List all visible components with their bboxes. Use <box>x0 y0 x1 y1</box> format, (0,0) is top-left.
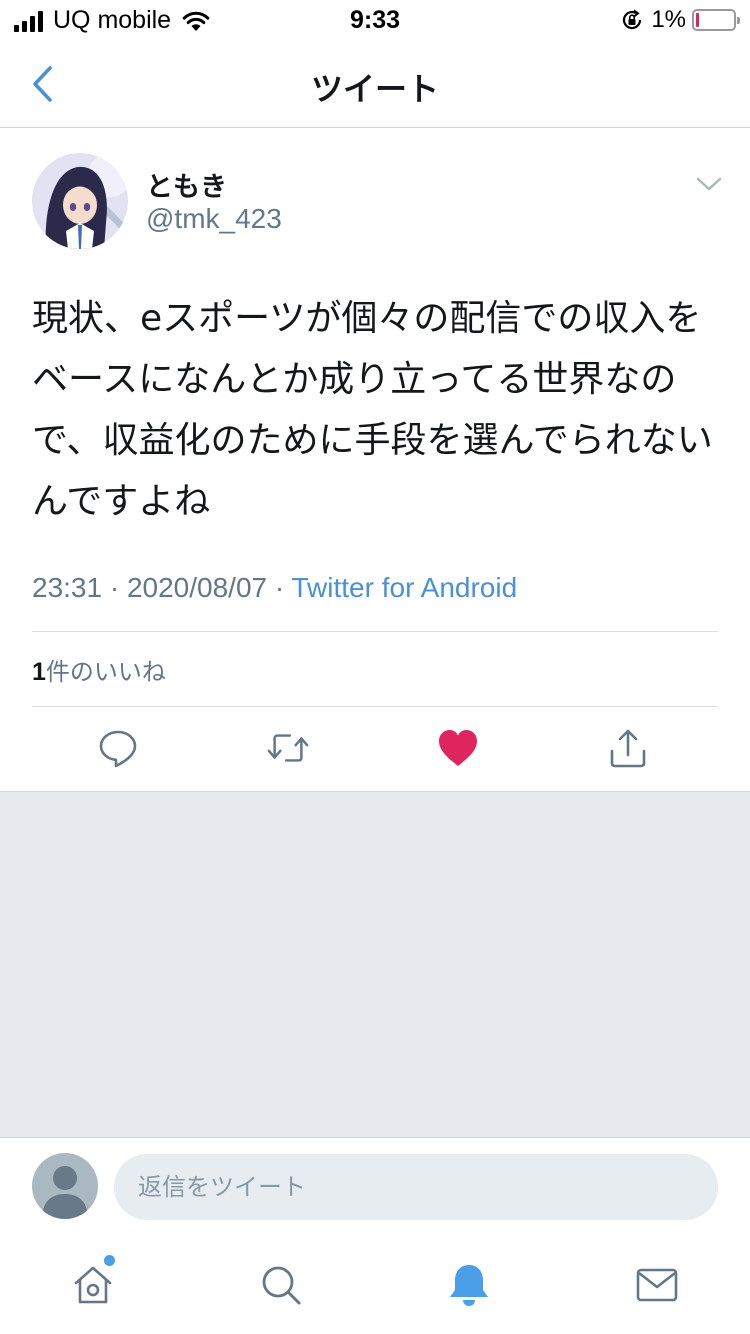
like-button[interactable] <box>436 726 480 770</box>
search-icon <box>262 1266 301 1305</box>
share-icon <box>610 729 646 768</box>
status-bar: UQ mobile 9:33 1% <box>0 0 750 40</box>
tab-home[interactable] <box>70 1262 116 1308</box>
divider <box>32 631 718 632</box>
mail-icon <box>636 1268 678 1302</box>
new-content-dot <box>104 1255 115 1266</box>
likes-count: 1 <box>32 658 46 686</box>
tweet-date: 2020/08/07 <box>126 572 268 603</box>
home-icon <box>74 1266 112 1304</box>
tweet-text: 現状、eスポーツが個々の配信での収入をベースになんとか成り立ってる世界なので、収… <box>32 298 713 522</box>
tab-search[interactable] <box>258 1262 304 1308</box>
page-title: ツイート <box>310 70 439 108</box>
author-name[interactable]: ともき <box>146 165 227 204</box>
tweet-time: 23:31 <box>32 572 103 603</box>
chevron-down-icon <box>696 177 722 191</box>
share-button[interactable] <box>606 726 650 770</box>
status-right: 1% <box>621 6 740 34</box>
comment-icon <box>99 730 137 768</box>
likes-label: 件のいいね <box>45 658 166 686</box>
tweet-meta: 23:31 · 2020/08/07 · Twitter for Android <box>32 572 517 604</box>
tweet-source-link[interactable]: Twitter for Android <box>292 572 518 603</box>
tab-messages[interactable] <box>634 1262 680 1308</box>
author-avatar[interactable] <box>32 153 128 249</box>
battery-level <box>696 13 699 27</box>
author-handle[interactable]: @tmk_423 <box>146 203 282 235</box>
reply-button[interactable] <box>96 726 140 770</box>
replies-area <box>0 791 750 1138</box>
heart-icon <box>439 730 477 766</box>
meta-separator: · <box>109 572 120 603</box>
retweet-icon <box>267 734 309 762</box>
likes-summary[interactable]: 1件のいいね <box>32 652 166 687</box>
default-avatar-icon <box>42 1166 88 1219</box>
reply-input[interactable] <box>114 1154 718 1220</box>
avatar-illustration <box>32 153 128 249</box>
current-user-avatar[interactable] <box>32 1153 98 1219</box>
bell-icon <box>450 1265 488 1306</box>
orientation-lock-icon <box>623 9 642 30</box>
battery-icon <box>692 9 740 31</box>
meta-separator: · <box>274 572 285 603</box>
battery-percentage: 1% <box>651 6 686 33</box>
divider <box>32 706 718 707</box>
tweet-menu-button[interactable] <box>694 172 724 196</box>
nav-bar: ツイート <box>0 40 750 128</box>
retweet-button[interactable] <box>266 726 310 770</box>
tab-notifications[interactable] <box>446 1262 492 1308</box>
